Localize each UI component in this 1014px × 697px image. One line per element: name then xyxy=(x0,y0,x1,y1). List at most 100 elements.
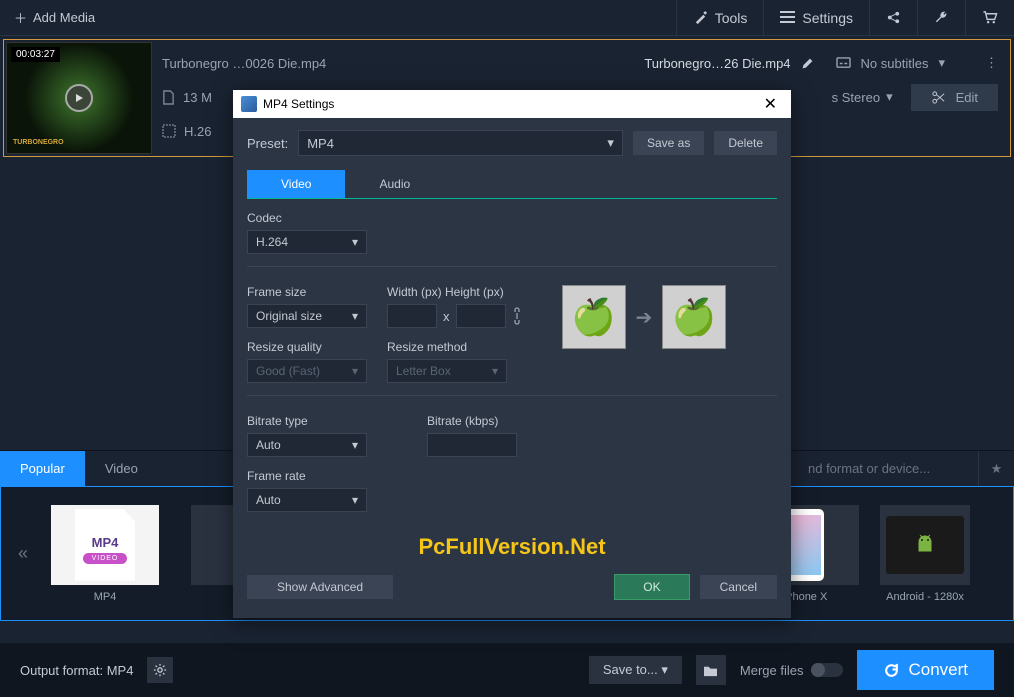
edit-button[interactable]: Edit xyxy=(911,84,998,111)
show-advanced-button[interactable]: Show Advanced xyxy=(247,575,393,599)
chevron-down-icon: ▾ xyxy=(352,438,358,452)
top-bar: ＋ Add Media Tools Settings xyxy=(0,0,1014,36)
chevron-down-icon: ▾ xyxy=(886,89,893,105)
bitrate-input[interactable] xyxy=(427,433,517,457)
preview-before: 🍏 xyxy=(562,285,626,349)
format-search[interactable]: nd format or device... xyxy=(798,451,978,486)
merge-files-toggle[interactable]: Merge files xyxy=(740,663,844,678)
resize-preview: 🍏 ➔ 🍏 xyxy=(562,285,727,349)
audio-select[interactable]: s Stereo xyxy=(832,90,880,105)
frame-size-value: Original size xyxy=(256,309,322,323)
scissors-icon xyxy=(931,90,946,105)
share-button[interactable] xyxy=(869,0,917,35)
save-to-button[interactable]: Save to... ▾ xyxy=(589,656,682,684)
save-as-button[interactable]: Save as xyxy=(633,131,704,155)
share-icon xyxy=(886,10,901,25)
refresh-icon xyxy=(883,662,900,679)
frame-rate-label: Frame rate xyxy=(247,469,367,483)
link-icon[interactable] xyxy=(512,307,522,325)
star-icon: ★ xyxy=(991,461,1003,477)
edit-name-icon[interactable] xyxy=(801,57,814,70)
chevron-down-icon: ▾ xyxy=(607,135,614,151)
frame-rate-select[interactable]: Auto ▾ xyxy=(247,488,367,512)
preview-after: 🍏 xyxy=(662,285,726,349)
video-tab[interactable]: Video xyxy=(247,170,345,198)
cart-button[interactable] xyxy=(965,0,1014,35)
wrench-button[interactable] xyxy=(917,0,965,35)
convert-label: Convert xyxy=(908,660,968,680)
resize-method-value: Letter Box xyxy=(396,364,451,378)
output-settings-button[interactable] xyxy=(147,657,173,683)
preset-select[interactable]: MP4 ▾ xyxy=(298,130,623,156)
audio-tab[interactable]: Audio xyxy=(345,170,444,198)
delete-button[interactable]: Delete xyxy=(714,131,777,155)
convert-button[interactable]: Convert xyxy=(857,650,994,690)
preset-value: MP4 xyxy=(307,136,334,151)
add-media-button[interactable]: ＋ Add Media xyxy=(0,0,109,35)
chevron-down-icon: ▾ xyxy=(352,309,358,323)
duration-badge: 00:03:27 xyxy=(11,47,60,62)
thumb-title: TURBONEGRO xyxy=(13,139,64,147)
chevron-down-icon: ▾ xyxy=(352,493,358,507)
resize-method-label: Resize method xyxy=(387,340,522,354)
wand-icon xyxy=(693,10,708,25)
format-label: Android - 1280x xyxy=(875,591,975,603)
tab-video[interactable]: Video xyxy=(85,451,158,486)
format-label: MP4 xyxy=(35,591,175,603)
cancel-button[interactable]: Cancel xyxy=(700,575,777,599)
codec-info: H.26 xyxy=(184,124,211,139)
tools-label: Tools xyxy=(715,10,748,26)
ok-button[interactable]: OK xyxy=(614,574,689,600)
bitrate-type-label: Bitrate type xyxy=(247,414,367,428)
scroll-left-button[interactable]: « xyxy=(11,543,35,564)
resize-quality-label: Resize quality xyxy=(247,340,367,354)
resize-quality-value: Good (Fast) xyxy=(256,364,320,378)
settings-button[interactable]: Settings xyxy=(763,0,869,35)
chevron-down-icon: ▾ xyxy=(938,55,945,71)
mp4-settings-dialog: MP4 Settings ✕ Preset: MP4 ▾ Save as Del… xyxy=(233,90,791,618)
arrow-right-icon: ➔ xyxy=(636,305,653,330)
resize-quality-select[interactable]: Good (Fast) ▾ xyxy=(247,359,367,383)
open-folder-button[interactable] xyxy=(696,655,726,685)
file-size: 13 M xyxy=(183,90,212,105)
chevron-down-icon: ▾ xyxy=(352,364,358,378)
format-mp4[interactable]: MP4 xyxy=(35,505,175,603)
width-input[interactable] xyxy=(387,304,437,328)
preset-label: Preset: xyxy=(247,136,288,151)
format-icon xyxy=(162,124,176,138)
bitrate-type-value: Auto xyxy=(256,438,281,452)
chevron-down-icon: ▾ xyxy=(352,235,358,249)
video-thumbnail[interactable]: 00:03:27 TURBONEGRO xyxy=(6,42,152,154)
subtitle-menu-icon[interactable]: ⋮ xyxy=(985,55,998,71)
bottom-bar: Output format: MP4 Save to... ▾ Merge fi… xyxy=(0,643,1014,697)
toggle-switch[interactable] xyxy=(811,663,843,677)
frame-rate-value: Auto xyxy=(256,493,281,507)
dialog-titlebar: MP4 Settings ✕ xyxy=(233,90,791,118)
output-format-label: Output format: MP4 xyxy=(20,663,133,678)
cart-icon xyxy=(982,10,998,25)
folder-icon xyxy=(703,664,718,677)
play-icon[interactable] xyxy=(65,84,93,112)
height-input[interactable] xyxy=(456,304,506,328)
tools-button[interactable]: Tools xyxy=(676,0,764,35)
app-icon xyxy=(241,96,257,112)
close-button[interactable]: ✕ xyxy=(758,94,783,114)
favorites-tab[interactable]: ★ xyxy=(978,451,1014,486)
output-filename: Turbonegro…26 Die.mp4 xyxy=(644,56,790,71)
settings-label: Settings xyxy=(802,10,853,26)
subtitle-select[interactable]: No subtitles xyxy=(861,56,929,71)
codec-select[interactable]: H.264 ▾ xyxy=(247,230,367,254)
frame-size-select[interactable]: Original size ▾ xyxy=(247,304,367,328)
bitrate-type-select[interactable]: Auto ▾ xyxy=(247,433,367,457)
save-to-label: Save to... xyxy=(603,662,658,677)
watermark-text: PcFullVersion.Net xyxy=(247,524,777,570)
chevron-down-icon: ▾ xyxy=(492,364,498,378)
menu-icon xyxy=(780,11,795,24)
resize-method-select[interactable]: Letter Box ▾ xyxy=(387,359,507,383)
width-height-label: Width (px) Height (px) xyxy=(387,285,522,299)
bitrate-label: Bitrate (kbps) xyxy=(427,414,517,428)
tab-popular[interactable]: Popular xyxy=(0,451,85,486)
source-filename: Turbonegro …0026 Die.mp4 xyxy=(162,56,326,71)
format-android[interactable]: Android - 1280x xyxy=(875,505,975,603)
merge-label: Merge files xyxy=(740,663,804,678)
